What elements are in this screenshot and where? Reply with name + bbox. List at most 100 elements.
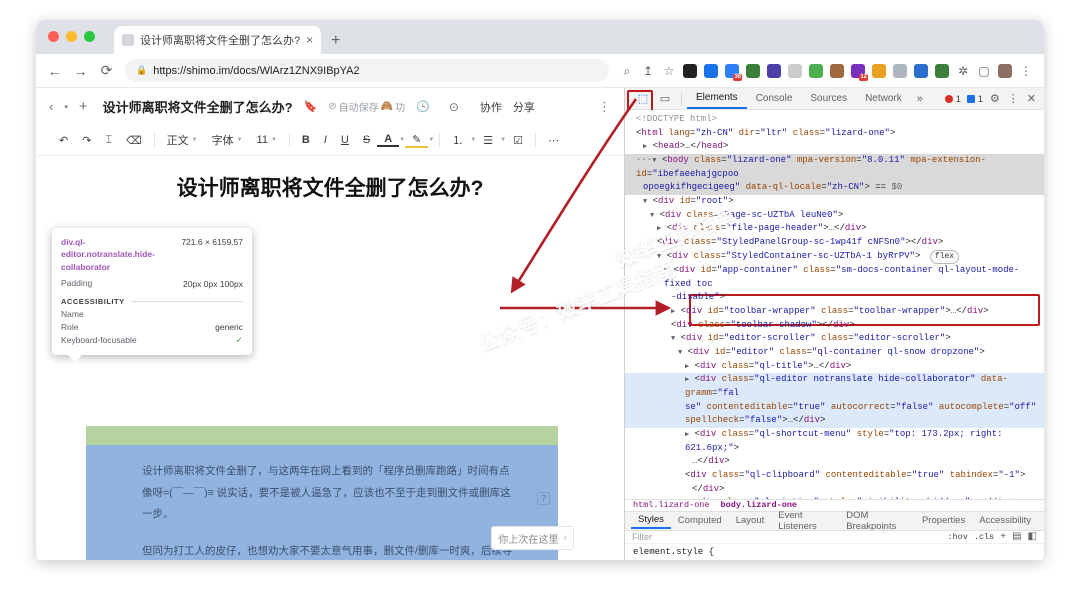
undo-button[interactable]: ↶ [52, 134, 75, 147]
doc-caret-icon[interactable]: ▾ [64, 103, 68, 111]
dom-tree-line[interactable]: ▶ <div class="ql-editor notranslate hide… [625, 373, 1044, 401]
profile-avatar-icon[interactable] [998, 63, 1012, 78]
url-input[interactable]: 🔒 https://shimo.im/docs/WlArz1ZNX9IBpYA2 [125, 59, 609, 82]
bookmark-icon[interactable]: 🔖 [304, 100, 318, 113]
extension-filter-icon[interactable] [914, 63, 928, 78]
breadcrumb-html[interactable]: html.lizard-one [633, 500, 710, 510]
extension-play-icon[interactable] [935, 63, 949, 78]
extension-panda-icon[interactable] [683, 63, 697, 78]
styles-tab-styles[interactable]: Styles [631, 512, 671, 530]
tab-close-icon[interactable]: × [306, 33, 313, 47]
bullet-list-button[interactable]: ☰ [476, 134, 500, 147]
dom-tree-line[interactable]: ···▼ <body class="lizard-one" mpa-versio… [625, 154, 1044, 182]
print-media-icon[interactable]: ▤ [1012, 531, 1021, 542]
font-family-select[interactable]: 字体 ▼ [205, 132, 250, 148]
dom-tree-line[interactable]: <div class="ql-clipboard" contenteditabl… [625, 469, 1044, 483]
help-button[interactable]: ? [537, 492, 550, 505]
dom-tree-line[interactable]: ▶ <head>…</head> [625, 140, 1044, 154]
error-count-badge[interactable]: 1 [942, 94, 964, 104]
devtools-kebab-icon[interactable]: ⋮ [1004, 92, 1023, 105]
dom-tree-line[interactable]: </div> [625, 483, 1044, 497]
extension-cloud-icon[interactable]: 12 [851, 63, 868, 81]
bold-button[interactable]: B [295, 134, 317, 146]
dom-tree-line[interactable]: ▶ <div class="ql-ui-tips" style="visibil… [625, 496, 1044, 499]
extensions-puzzle-icon[interactable]: ✲ [956, 64, 970, 78]
message-count-badge[interactable]: 1 [964, 94, 986, 104]
extension-blocks-icon[interactable]: 36 [725, 63, 742, 81]
cls-toggle[interactable]: .cls [974, 532, 994, 542]
clear-format-button[interactable]: ⌫ [119, 134, 149, 147]
window-traffic-lights[interactable] [48, 31, 95, 42]
extension-ia-icon[interactable] [767, 63, 781, 78]
dom-tree-line[interactable]: opoegkifhgecigeeg" data-ql-locale="zh-CN… [625, 181, 1044, 196]
dom-tree-line[interactable]: spellcheck="false">…</div> [625, 414, 1044, 428]
dom-tree-line[interactable]: ▼ <div id="editor" class="ql-container q… [625, 346, 1044, 360]
dom-tree-line[interactable]: se" contenteditable="true" autocorrect="… [625, 400, 1044, 415]
dom-tree-line[interactable]: <!DOCTYPE html> [625, 113, 1044, 127]
tab-elements[interactable]: Elements [687, 88, 747, 109]
format-painter-button[interactable]: ⌶ [98, 134, 119, 147]
add-style-rule-icon[interactable]: + [1000, 531, 1006, 542]
dom-tree-line[interactable]: …</div> [625, 455, 1044, 469]
styles-tab-properties[interactable]: Properties [915, 513, 972, 528]
browser-tab-active[interactable]: 设计师离职将文件全删了怎么办? × [114, 26, 322, 54]
extension-card-icon[interactable] [893, 63, 907, 78]
strikethrough-button[interactable]: S [356, 134, 377, 146]
paragraph-style-select[interactable]: 正文 ▼ [160, 132, 205, 148]
tab-sources[interactable]: Sources [801, 89, 856, 108]
extension-leaf-icon[interactable] [809, 63, 823, 78]
history-icon[interactable]: 🕓 [416, 100, 430, 113]
share-icon[interactable]: ↥ [641, 64, 655, 78]
chevron-down-icon[interactable]: ▼ [428, 137, 434, 143]
redo-button[interactable]: ↷ [75, 134, 98, 147]
last-position-button[interactable]: 你上次在这里 › [491, 526, 574, 550]
dom-tree-line[interactable]: ▶ <div id="toolbar-wrapper" class="toolb… [625, 305, 1044, 319]
present-icon[interactable]: ⊙ [449, 100, 459, 114]
new-tab-button[interactable]: + [331, 33, 340, 49]
hov-toggle[interactable]: :hov [947, 532, 967, 542]
doc-more-icon[interactable]: ⋮ [598, 99, 611, 115]
extension-square-icon[interactable]: ▢ [977, 64, 991, 78]
document-body[interactable]: 设计师离职将文件全删了怎么办? 设计师离职将文件全删了，与这两年在网上看到的「程… [36, 156, 624, 560]
more-tabs-icon[interactable]: » [911, 93, 929, 105]
dom-tree-line[interactable]: ▶ <div class="ql-shortcut-menu" style="t… [625, 428, 1044, 455]
dom-tree-line[interactable]: ▶ <div class="ql-title">…</div> [625, 360, 1044, 374]
dom-tree-line[interactable]: -disable"> [625, 291, 1044, 305]
device-toolbar-icon[interactable]: ▭ [654, 89, 676, 108]
dom-tree-line[interactable]: ▼ <div id="editor-scroller" class="edito… [625, 332, 1044, 346]
extension-globe-icon[interactable] [704, 63, 718, 78]
styles-tab-layout[interactable]: Layout [729, 513, 772, 528]
reload-icon[interactable]: ⟳ [99, 62, 114, 79]
chrome-menu-icon[interactable]: ⋮ [1019, 64, 1033, 78]
extension-person-icon[interactable] [830, 63, 844, 78]
tab-network[interactable]: Network [856, 89, 911, 108]
bookmark-star-icon[interactable]: ☆ [662, 64, 676, 78]
toolbar-more-button[interactable]: ⋯ [541, 134, 566, 147]
doc-add-icon[interactable]: + [79, 98, 88, 115]
font-color-button[interactable]: A [377, 133, 400, 147]
extension-download-icon[interactable] [746, 63, 760, 78]
extension-note-icon[interactable] [788, 63, 802, 78]
computed-sidebar-icon[interactable]: ◧ [1028, 531, 1037, 542]
highlight-button[interactable]: ✎ [405, 133, 429, 148]
close-window-button[interactable] [48, 31, 59, 42]
italic-button[interactable]: I [317, 134, 334, 146]
dom-tree-line[interactable]: ▼ <div class="StyledContainer-sc-UZTbA-1… [625, 249, 1044, 264]
dom-tree-line[interactable]: <div class="toolbar-shadow"></div> [625, 319, 1044, 333]
underline-button[interactable]: U [334, 134, 356, 146]
tab-console[interactable]: Console [747, 89, 802, 108]
ordered-list-button[interactable]: ⒈ [445, 132, 470, 148]
collaborate-button[interactable]: 协作 [480, 99, 502, 115]
dom-tree-line[interactable]: <html lang="zh-CN" dir="ltr" class="liza… [625, 127, 1044, 141]
dom-tree-line[interactable]: ▼ <div id="root"> [625, 195, 1044, 209]
settings-gear-icon[interactable]: ⚙ [986, 92, 1004, 105]
close-devtools-icon[interactable]: ✕ [1023, 92, 1040, 105]
checklist-button[interactable]: ☑ [506, 134, 530, 147]
styles-tab-accessibility[interactable]: Accessibility [972, 513, 1038, 528]
dom-tree-line[interactable]: ▼ <div id="app-container" class="sm-docs… [625, 264, 1044, 291]
inspect-element-icon[interactable]: ⬚ [632, 89, 654, 108]
maximize-window-button[interactable] [84, 31, 95, 42]
minimize-window-button[interactable] [66, 31, 77, 42]
styles-filter-input[interactable]: Filter [632, 532, 652, 542]
doc-back-icon[interactable]: ‹ [49, 99, 53, 114]
